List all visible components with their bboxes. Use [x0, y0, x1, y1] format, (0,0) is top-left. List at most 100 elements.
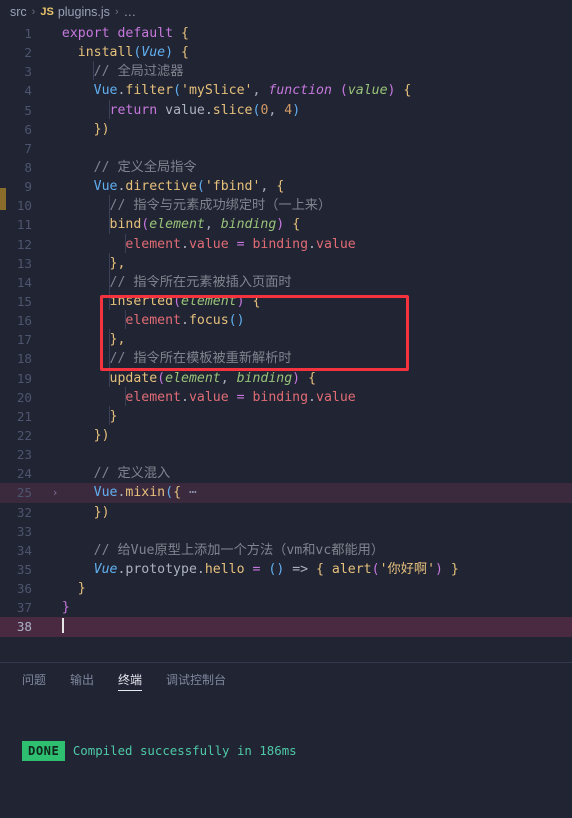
breadcrumb-folder[interactable]: src: [10, 5, 27, 19]
tok-class: Vue: [93, 485, 118, 501]
line-content[interactable]: // 定义混入: [46, 464, 572, 483]
line-content[interactable]: inserted(element) {: [46, 292, 572, 311]
line-number: 38: [16, 619, 32, 635]
line-content[interactable]: },: [46, 254, 572, 273]
line-content[interactable]: bind(element, binding) {: [46, 215, 572, 234]
tok-keyword: export default: [61, 26, 174, 41]
code-line-37[interactable]: 37 }: [0, 598, 572, 617]
tab-problems[interactable]: 问题: [22, 663, 46, 697]
tok-arrow: =>: [284, 561, 317, 577]
line-content[interactable]: // 指令与元素成功绑定时（一上来）: [46, 196, 572, 215]
tok-method: hello: [204, 561, 245, 577]
tok-brace: {: [284, 217, 301, 233]
tab-output[interactable]: 输出: [70, 663, 94, 697]
tok-brace: {: [276, 179, 285, 195]
line-content[interactable]: },: [46, 330, 572, 349]
bottom-panel[interactable]: 问题 输出 终端 调试控制台 DONE Compiled successfull…: [0, 662, 572, 818]
code-line-9[interactable]: 9 Vue.directive('fbind', {: [0, 177, 572, 196]
code-line-20[interactable]: 20 element.value = binding.value: [0, 388, 572, 407]
tok-method: slice: [212, 102, 253, 118]
line-content[interactable]: Vue.filter('mySlice', function (value) {: [46, 81, 572, 100]
code-line-1[interactable]: 1 export default {: [0, 24, 572, 43]
tok-param: value: [347, 83, 388, 99]
line-number: 37: [16, 600, 32, 616]
code-line-19[interactable]: 19 update(element, binding) {: [0, 369, 572, 388]
line-content[interactable]: Vue.directive('fbind', {: [46, 177, 572, 196]
code-line-35[interactable]: 35 Vue.prototype.hello = () => { alert('…: [0, 560, 572, 579]
code-line-15[interactable]: 15 inserted(element) {: [0, 292, 572, 311]
code-line-21[interactable]: 21 }: [0, 407, 572, 426]
breadcrumb-file[interactable]: plugins.js: [58, 5, 110, 19]
tok-comma: ,: [204, 217, 221, 233]
line-number: 24: [16, 466, 32, 482]
line-content[interactable]: // 定义全局指令: [46, 158, 572, 177]
text-cursor: [61, 618, 64, 634]
tok-comment: // 指令所在元素被插入页面时: [109, 274, 292, 290]
line-content[interactable]: export default {: [46, 24, 572, 43]
code-line-38-active[interactable]: 38: [0, 617, 572, 637]
tab-terminal[interactable]: 终端: [118, 663, 143, 697]
line-content[interactable]: }): [46, 503, 572, 522]
line-content[interactable]: Vue.prototype.hello = () => { alert('你好啊…: [46, 560, 572, 579]
code-line-32[interactable]: 32 }): [0, 503, 572, 522]
line-content[interactable]: element.focus(): [46, 311, 572, 330]
tok-param: element: [181, 293, 237, 309]
tok-property: value: [316, 236, 356, 252]
line-content[interactable]: }): [46, 426, 572, 445]
folded-ellipsis[interactable]: ⋯: [189, 485, 197, 500]
tok-space: [157, 103, 165, 118]
breadcrumb[interactable]: src › JS plugins.js › …: [0, 0, 572, 24]
code-line-23[interactable]: 23: [0, 445, 572, 464]
tab-debug-console[interactable]: 调试控制台: [166, 663, 226, 697]
code-line-11[interactable]: 11 bind(element, binding) {: [0, 215, 572, 234]
panel-tab-bar[interactable]: 问题 输出 终端 调试控制台: [0, 663, 572, 697]
line-number: 32: [16, 504, 32, 520]
line-content[interactable]: return value.slice(0, 4): [46, 101, 572, 120]
line-content[interactable]: Vue.mixin({ ⋯: [46, 483, 572, 502]
code-line-6[interactable]: 6 }): [0, 120, 572, 139]
code-line-36[interactable]: 36 }: [0, 579, 572, 598]
breadcrumb-symbol-ellipsis[interactable]: …: [124, 5, 137, 19]
line-content[interactable]: }: [46, 407, 572, 426]
tok-paren: (: [165, 485, 174, 501]
line-number: 8: [24, 159, 32, 175]
code-line-22[interactable]: 22 }): [0, 426, 572, 445]
code-line-8[interactable]: 8 // 定义全局指令: [0, 158, 572, 177]
tok-string: 'mySlice': [181, 83, 253, 99]
code-line-3[interactable]: 3 // 全局过滤器: [0, 62, 572, 81]
line-content[interactable]: install(Vue) {: [46, 43, 572, 62]
code-lines[interactable]: 1 export default { 2 install(Vue) { 3 //…: [0, 24, 572, 637]
line-content[interactable]: [46, 617, 572, 636]
code-line-12[interactable]: 12 element.value = binding.value: [0, 235, 572, 254]
code-editor[interactable]: 1 export default { 2 install(Vue) { 3 //…: [0, 24, 572, 662]
line-content[interactable]: // 指令所在模板被重新解析时: [46, 349, 572, 368]
line-content[interactable]: // 全局过滤器: [46, 62, 572, 81]
code-line-33[interactable]: 33: [0, 522, 572, 541]
line-content[interactable]: }): [46, 120, 572, 139]
code-line-34[interactable]: 34 // 给Vue原型上添加一个方法（vm和vc都能用）: [0, 541, 572, 560]
line-content[interactable]: update(element, binding) {: [46, 369, 572, 388]
line-content[interactable]: element.value = binding.value: [46, 235, 572, 254]
line-content[interactable]: }: [46, 598, 572, 617]
code-line-17[interactable]: 17 },: [0, 330, 572, 349]
code-line-14[interactable]: 14 // 指令所在元素被插入页面时: [0, 273, 572, 292]
code-line-10[interactable]: 10 // 指令与元素成功绑定时（一上来）: [0, 196, 572, 215]
code-line-18[interactable]: 18 // 指令所在模板被重新解析时: [0, 349, 572, 368]
line-content[interactable]: }: [46, 579, 572, 598]
tok-param: element: [165, 370, 221, 386]
line-content[interactable]: // 指令所在元素被插入页面时: [46, 273, 572, 292]
line-number: 10: [16, 198, 32, 214]
code-line-4[interactable]: 4 Vue.filter('mySlice', function (value)…: [0, 81, 572, 100]
code-line-13[interactable]: 13 },: [0, 254, 572, 273]
tok-comment: // 指令所在模板被重新解析时: [109, 351, 292, 367]
code-line-25-folded[interactable]: 25 › Vue.mixin({ ⋯: [0, 483, 572, 503]
code-line-5[interactable]: 5 return value.slice(0, 4): [0, 101, 572, 120]
terminal-output[interactable]: DONE Compiled successfully in 186ms App …: [0, 697, 572, 818]
line-content[interactable]: // 给Vue原型上添加一个方法（vm和vc都能用）: [46, 541, 572, 560]
code-line-7[interactable]: 7: [0, 139, 572, 158]
line-content[interactable]: element.value = binding.value: [46, 388, 572, 407]
line-number: 17: [16, 332, 32, 348]
code-line-16[interactable]: 16 element.focus(): [0, 311, 572, 330]
code-line-2[interactable]: 2 install(Vue) {: [0, 43, 572, 62]
code-line-24[interactable]: 24 // 定义混入: [0, 464, 572, 483]
